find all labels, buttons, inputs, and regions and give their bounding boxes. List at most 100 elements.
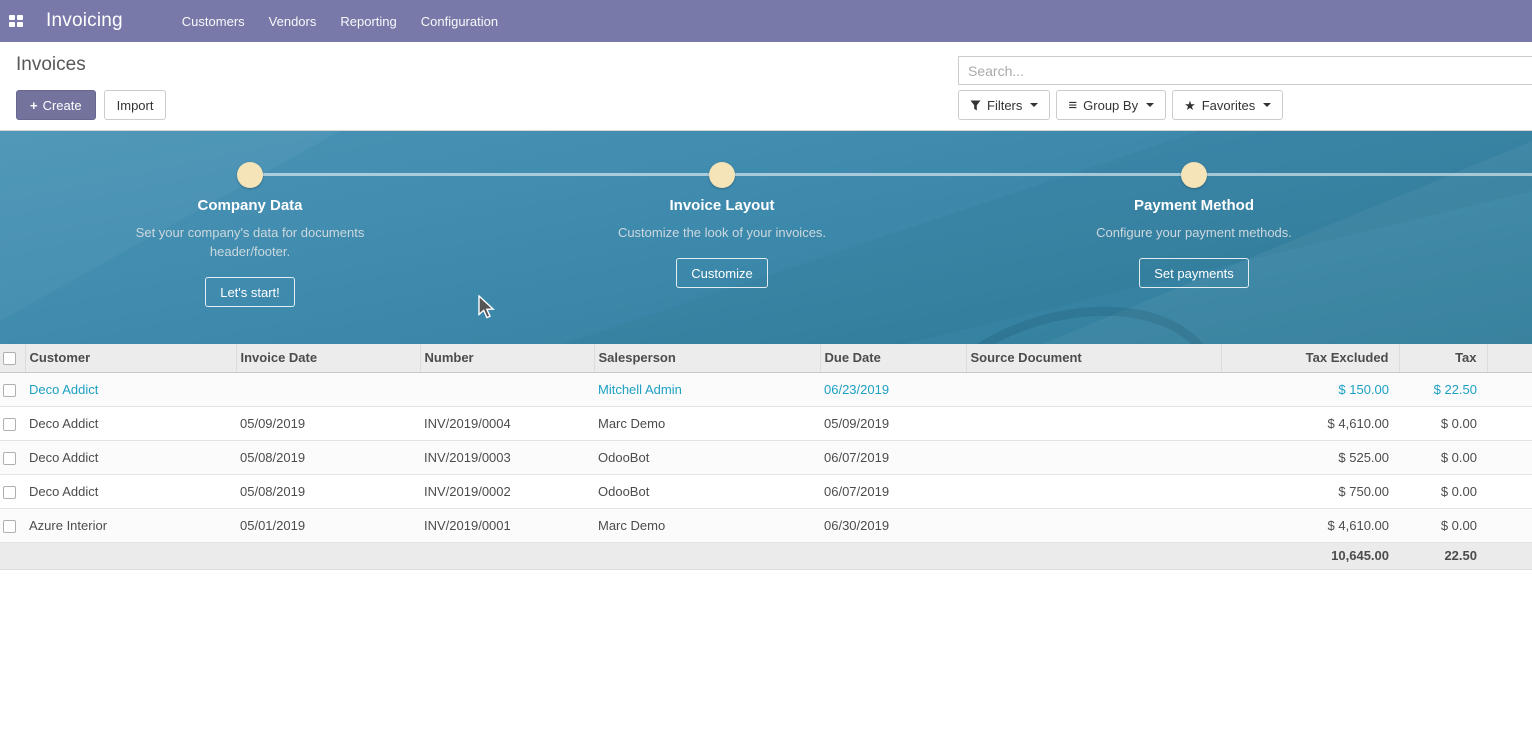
cell-tax-excluded: $ 4,610.00 [1221, 406, 1399, 440]
cell-source-document [966, 372, 1221, 406]
funnel-icon [970, 100, 981, 111]
cell-salesperson: Marc Demo [594, 406, 820, 440]
menu-vendors[interactable]: Vendors [267, 10, 319, 33]
header-tax[interactable]: Tax [1399, 344, 1487, 372]
step-description: Set your company's data for documents he… [100, 223, 400, 261]
group-by-button-label: Group By [1083, 98, 1138, 113]
cell-invoice-date: 05/01/2019 [236, 508, 420, 542]
step-dot [237, 162, 263, 188]
table-row[interactable]: Deco Addict Mitchell Admin 06/23/2019 $ … [0, 372, 1532, 406]
row-checkbox[interactable] [3, 520, 16, 533]
page-title: Invoices [16, 54, 86, 76]
header-number[interactable]: Number [420, 344, 594, 372]
cell-source-document [966, 406, 1221, 440]
favorites-button[interactable]: ★ Favorites [1172, 90, 1283, 120]
row-checkbox[interactable] [3, 486, 16, 499]
favorites-button-label: Favorites [1202, 98, 1255, 113]
cell-tax: $ 22.50 [1399, 372, 1487, 406]
cell-invoice-date: 05/08/2019 [236, 474, 420, 508]
header-salesperson[interactable]: Salesperson [594, 344, 820, 372]
table-row[interactable]: Deco Addict 05/08/2019 INV/2019/0002 Odo… [0, 474, 1532, 508]
apps-menu-icon[interactable] [9, 15, 23, 27]
caret-down-icon [1263, 103, 1271, 107]
lets-start-button[interactable]: Let's start! [205, 277, 295, 307]
onboarding-step-company-data: Company Data Set your company's data for… [14, 131, 486, 307]
header-source-document[interactable]: Source Document [966, 344, 1221, 372]
header-invoice-date[interactable]: Invoice Date [236, 344, 420, 372]
header-customer[interactable]: Customer [25, 344, 236, 372]
row-checkbox[interactable] [3, 452, 16, 465]
set-payments-button[interactable]: Set payments [1139, 258, 1249, 288]
menu-configuration[interactable]: Configuration [419, 10, 500, 33]
search-input[interactable] [958, 56, 1532, 85]
cell-due-date: 05/09/2019 [820, 406, 966, 440]
table-row[interactable]: Azure Interior 05/01/2019 INV/2019/0001 … [0, 508, 1532, 542]
customize-button[interactable]: Customize [676, 258, 767, 288]
menu-reporting[interactable]: Reporting [338, 10, 398, 33]
cell-customer: Deco Addict [25, 440, 236, 474]
table-row[interactable]: Deco Addict 05/09/2019 INV/2019/0004 Mar… [0, 406, 1532, 440]
footer-tax-excluded-total: 10,645.00 [1221, 542, 1399, 569]
search-filter-buttons: Filters ≡ Group By ★ Favorites [958, 90, 1283, 120]
apps-icon-square [9, 15, 15, 20]
step-title: Company Data [14, 197, 486, 214]
cell-tax-excluded: $ 4,610.00 [1221, 508, 1399, 542]
cell-tax: $ 0.00 [1399, 508, 1487, 542]
table-row[interactable]: Deco Addict 05/08/2019 INV/2019/0003 Odo… [0, 440, 1532, 474]
cell-tax: $ 0.00 [1399, 474, 1487, 508]
app-title[interactable]: Invoicing [46, 10, 123, 32]
star-icon: ★ [1184, 99, 1196, 112]
top-menu: Customers Vendors Reporting Configuratio… [180, 10, 500, 33]
cell-source-document [966, 474, 1221, 508]
filters-button[interactable]: Filters [958, 90, 1050, 120]
header-due-date[interactable]: Due Date [820, 344, 966, 372]
cell-customer: Deco Addict [25, 406, 236, 440]
cell-invoice-date: 05/09/2019 [236, 406, 420, 440]
apps-icon-square [9, 22, 15, 27]
footer-tax-total: 22.50 [1399, 542, 1487, 569]
action-buttons: + Create Import [16, 90, 166, 120]
invoice-list-table: Customer Invoice Date Number Salesperson… [0, 344, 1532, 570]
top-navbar: Invoicing Customers Vendors Reporting Co… [0, 0, 1532, 42]
step-description: Configure your payment methods. [1044, 223, 1344, 242]
menu-customers[interactable]: Customers [180, 10, 247, 33]
cell-salesperson: Mitchell Admin [594, 372, 820, 406]
cell-due-date: 06/07/2019 [820, 474, 966, 508]
onboarding-step-payment-method: Payment Method Configure your payment me… [958, 131, 1430, 288]
bars-icon: ≡ [1068, 98, 1077, 113]
cell-number: INV/2019/0003 [420, 440, 594, 474]
cell-due-date: 06/30/2019 [820, 508, 966, 542]
caret-down-icon [1146, 103, 1154, 107]
apps-icon-square [17, 22, 23, 27]
cell-salesperson: OdooBot [594, 440, 820, 474]
cell-source-document [966, 440, 1221, 474]
row-checkbox[interactable] [3, 418, 16, 431]
cell-tax-excluded: $ 150.00 [1221, 372, 1399, 406]
import-button[interactable]: Import [104, 90, 167, 120]
caret-down-icon [1030, 103, 1038, 107]
cell-tax: $ 0.00 [1399, 440, 1487, 474]
cell-invoice-date [236, 372, 420, 406]
create-button-label: Create [43, 98, 82, 113]
create-button[interactable]: + Create [16, 90, 96, 120]
cell-customer: Deco Addict [25, 372, 236, 406]
header-tax-excluded[interactable]: Tax Excluded [1221, 344, 1399, 372]
step-title: Invoice Layout [486, 197, 958, 214]
select-all-checkbox[interactable] [3, 352, 16, 365]
plus-icon: + [30, 98, 38, 113]
group-by-button[interactable]: ≡ Group By [1056, 90, 1166, 120]
step-dot [709, 162, 735, 188]
apps-icon-square [17, 15, 23, 20]
cell-customer: Azure Interior [25, 508, 236, 542]
onboarding-step-invoice-layout: Invoice Layout Customize the look of you… [486, 131, 958, 288]
filters-button-label: Filters [987, 98, 1022, 113]
row-checkbox[interactable] [3, 384, 16, 397]
control-panel: Invoices + Create Import Filters ≡ Group … [0, 42, 1532, 130]
step-dot [1181, 162, 1207, 188]
step-title: Payment Method [958, 197, 1430, 214]
cell-number: INV/2019/0004 [420, 406, 594, 440]
cell-tax-excluded: $ 525.00 [1221, 440, 1399, 474]
cell-salesperson: OdooBot [594, 474, 820, 508]
cell-source-document [966, 508, 1221, 542]
cell-number [420, 372, 594, 406]
